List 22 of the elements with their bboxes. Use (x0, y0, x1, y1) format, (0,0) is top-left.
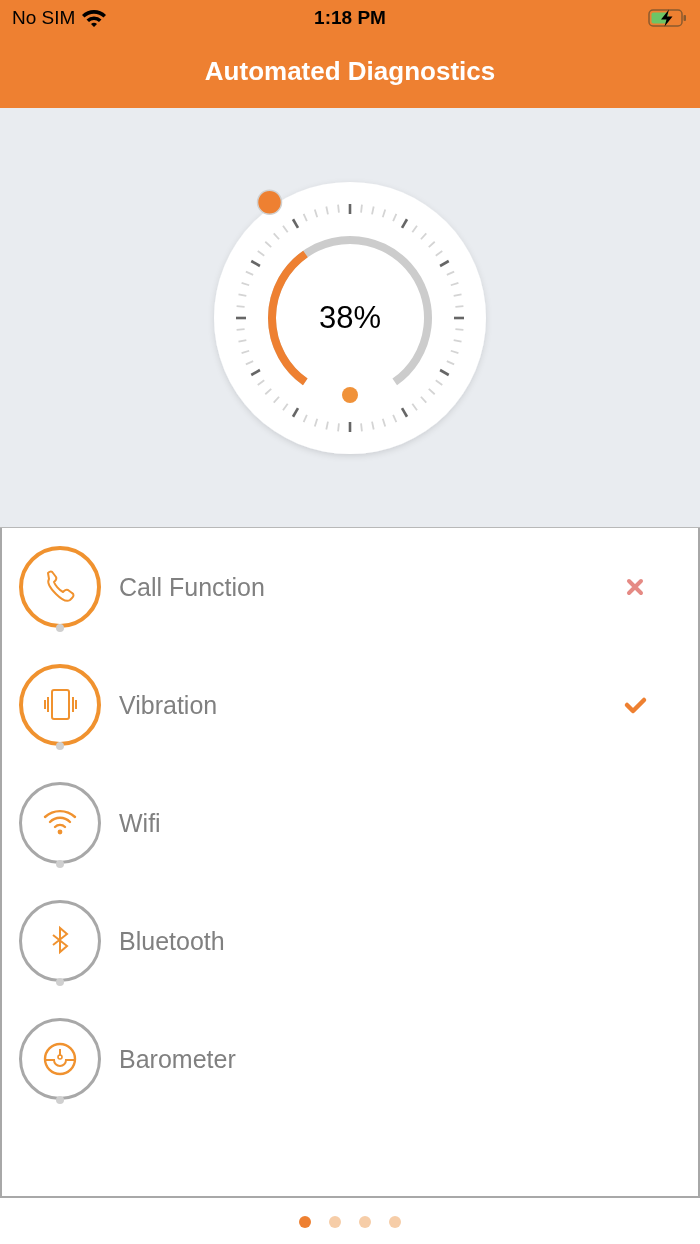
test-label: Wifi (119, 808, 162, 838)
test-label: Bluetooth (119, 926, 226, 956)
ring-dot (56, 624, 64, 632)
test-label: Call Function (119, 572, 266, 602)
ring-dot (56, 860, 64, 868)
carrier-label: No SIM (12, 7, 76, 29)
battery-charging-icon (648, 8, 688, 28)
page-indicator-dot[interactable] (359, 1216, 371, 1228)
progress-knob (256, 188, 283, 215)
progress-reading: 38% (318, 299, 381, 336)
page-indicator-dot[interactable] (329, 1216, 341, 1228)
clock-time: 1:18 PM (314, 7, 386, 28)
start-dot (342, 386, 358, 403)
ring-dot (56, 978, 64, 986)
ring-dot (56, 742, 64, 750)
page-indicator-dot[interactable] (389, 1216, 401, 1228)
screen-title: Automated Diagnostics (204, 55, 496, 88)
ring-dot (56, 1096, 64, 1104)
page-indicator-dot[interactable] (299, 1216, 311, 1228)
test-label: Barometer (119, 1044, 237, 1074)
wifi-signal-icon (81, 8, 108, 28)
test-label: Vibration (119, 690, 219, 720)
